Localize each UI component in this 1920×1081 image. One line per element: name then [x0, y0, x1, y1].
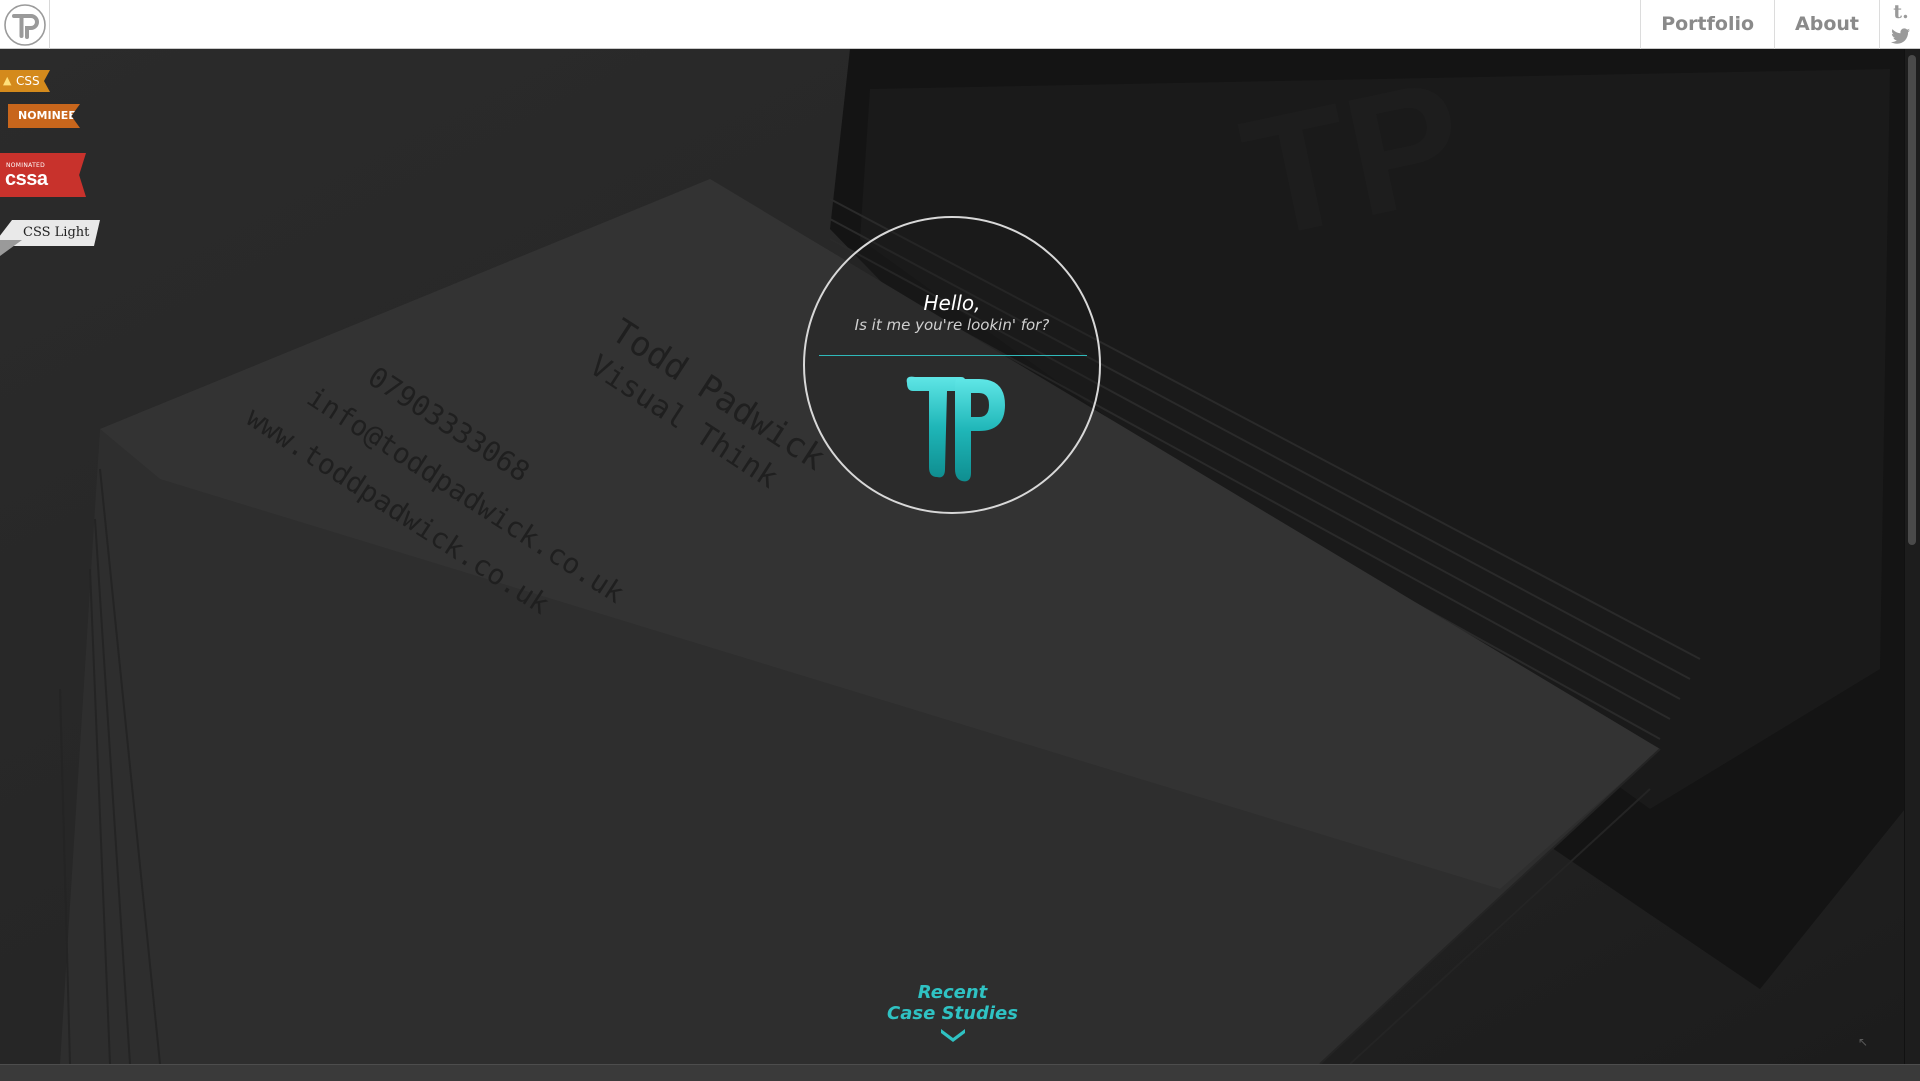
recent-case-studies-link[interactable]: Recent Case Studies	[860, 982, 1045, 1043]
cssa-badge-logo-text: cssa	[5, 168, 48, 190]
hello-divider	[819, 355, 1087, 356]
css-badge-label: CSS	[16, 74, 40, 88]
corner-arrow-icon: ↖	[1858, 1035, 1869, 1049]
social-links: t.	[1880, 0, 1920, 49]
tp-logo-large-icon	[906, 376, 1005, 482]
recent-label-line1: Recent	[917, 982, 988, 1003]
top-navigation-bar: Portfolio About t.	[0, 0, 1920, 49]
bottom-strip	[0, 1064, 1920, 1081]
hero-section: TP Todd Padwick Visual Think 07903333068…	[0, 49, 1905, 1064]
tp-logo-icon	[4, 4, 46, 46]
recent-label-line2: Case Studies	[887, 1003, 1018, 1024]
scrollbar-thumb[interactable]	[1908, 55, 1916, 545]
vertical-scrollbar[interactable]	[1904, 49, 1920, 1064]
flame-icon: ▲	[3, 74, 12, 87]
cssa-nominated-badge[interactable]: NOMINATED cssa	[0, 153, 86, 197]
css-award-badge[interactable]: ▲ CSS	[0, 70, 50, 92]
nominee-badge[interactable]: NOMINEE	[8, 104, 80, 128]
nav-about[interactable]: About	[1774, 0, 1880, 49]
hello-greeting: Hello,	[923, 291, 981, 315]
twitter-icon[interactable]	[1888, 25, 1914, 47]
tumblr-icon[interactable]: t.	[1888, 1, 1914, 23]
business-cards-photo: TP Todd Padwick Visual Think 07903333068…	[0, 49, 1905, 1064]
site-logo[interactable]	[0, 0, 50, 49]
nominee-badge-label: NOMINEE	[18, 109, 76, 122]
chevron-down-icon[interactable]	[939, 1027, 967, 1043]
nav-portfolio[interactable]: Portfolio	[1640, 0, 1774, 49]
hello-intro-circle: Hello, Is it me you're lookin' for?	[803, 216, 1101, 514]
main-nav: Portfolio About	[1640, 0, 1880, 49]
css-light-badge-label: CSS Light	[23, 225, 90, 240]
hello-subtitle: Is it me you're lookin' for?	[854, 316, 1050, 334]
